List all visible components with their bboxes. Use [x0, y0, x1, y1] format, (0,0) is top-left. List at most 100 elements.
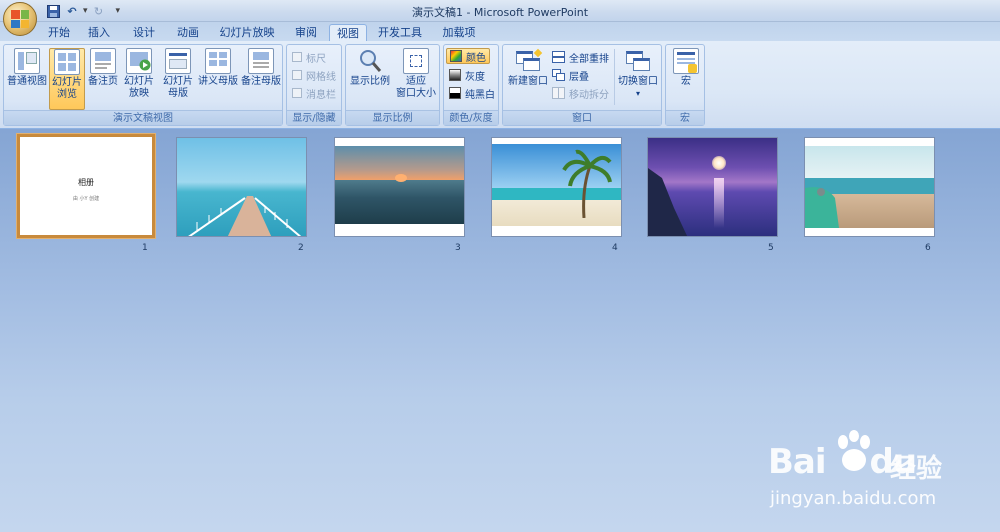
macros-label: 宏: [681, 76, 691, 87]
save-icon[interactable]: [45, 3, 61, 19]
tab-design[interactable]: 设计: [124, 24, 164, 42]
gridlines-label: 网格线: [306, 71, 336, 83]
color-label: 颜色: [466, 52, 486, 64]
group-label-color: 颜色/灰度: [444, 110, 498, 125]
group-label-show-hide: 显示/隐藏: [287, 110, 341, 125]
black-white-button[interactable]: 纯黑白: [449, 85, 495, 101]
notes-master-icon: [248, 48, 274, 74]
grayscale-button[interactable]: 灰度: [449, 67, 485, 83]
cascade-button[interactable]: 层叠: [552, 67, 589, 83]
slide-number: 2: [298, 243, 304, 253]
slide-sorter-button[interactable]: 幻灯片 浏览: [49, 48, 85, 110]
ribbon-tabs: 开始 插入 设计 动画 幻灯片放映 审阅 视图 开发工具 加载项: [0, 22, 1000, 42]
handout-master-label: 讲义母版: [198, 76, 238, 87]
notes-page-label: 备注页: [88, 76, 118, 87]
switch-windows-button[interactable]: 切换窗口 ▾: [616, 48, 660, 100]
undo-icon[interactable]: ↶: [64, 3, 80, 19]
zoom-label: 显示比例: [350, 76, 390, 87]
chevron-down-icon: ▾: [635, 89, 640, 98]
normal-view-label: 普通视图: [7, 76, 47, 87]
slide-master-button[interactable]: 幻灯片 母版: [160, 48, 196, 100]
slide-thumbnail-3[interactable]: [334, 137, 465, 237]
group-window: 新建窗口 全部重排 层叠 移动拆分 切换窗口 ▾ 窗口: [502, 44, 662, 126]
normal-view-button[interactable]: 普通视图: [7, 48, 47, 88]
magnifier-icon: [360, 50, 382, 72]
sunset-sea-photo: [335, 138, 464, 236]
tab-home[interactable]: 开始: [40, 24, 78, 42]
tab-developer[interactable]: 开发工具: [374, 24, 426, 42]
gridlines-checkbox[interactable]: 网格线: [292, 67, 336, 83]
divider: [614, 49, 615, 105]
move-split-button[interactable]: 移动拆分: [552, 85, 609, 101]
slide-show-label-2: 放映: [129, 88, 149, 99]
slide-thumbnail-2[interactable]: [176, 137, 307, 237]
redo-icon[interactable]: ↻: [91, 3, 107, 19]
slide-number: 1: [142, 243, 148, 253]
fit-to-window-icon: [403, 48, 429, 74]
notes-master-button[interactable]: 备注母版: [240, 48, 282, 88]
handout-master-icon: [205, 48, 231, 74]
black-white-swatch-icon: [449, 87, 461, 99]
group-zoom: 显示比例 适应 窗口大小 显示比例: [345, 44, 440, 126]
notes-master-label: 备注母版: [241, 76, 281, 87]
checkbox-icon: [292, 70, 302, 80]
group-show-hide: 标尺 网格线 消息栏 显示/隐藏: [286, 44, 342, 126]
slide-number: 3: [455, 243, 461, 253]
quick-access-toolbar: ↶ ▾ ↻ ▾: [36, 2, 120, 20]
move-split-label: 移动拆分: [569, 89, 609, 101]
move-split-icon: [552, 87, 565, 99]
color-button[interactable]: 颜色: [446, 48, 490, 64]
checkbox-icon: [292, 52, 302, 62]
fit-label-1: 适应: [406, 76, 426, 87]
fit-to-window-button[interactable]: 适应 窗口大小: [393, 48, 439, 100]
beach-palm-photo: [492, 138, 621, 236]
slide-number: 4: [612, 243, 618, 253]
purple-sunset-photo: [648, 138, 777, 236]
handout-master-button[interactable]: 讲义母版: [196, 48, 240, 88]
group-color-grayscale: 颜色 灰度 纯黑白 颜色/灰度: [443, 44, 499, 126]
switch-windows-icon: [625, 48, 651, 74]
slide-thumbnail-4[interactable]: [491, 137, 622, 237]
slide-show-button[interactable]: 幻灯片 放映: [121, 48, 157, 100]
window-title: 演示文稿1 - Microsoft PowerPoint: [411, 6, 589, 19]
slide-thumbnail-5[interactable]: [647, 137, 778, 237]
office-button[interactable]: [3, 2, 37, 36]
tab-animations[interactable]: 动画: [168, 24, 208, 42]
group-label-window: 窗口: [503, 110, 661, 125]
tab-insert[interactable]: 插入: [80, 24, 118, 42]
tab-view[interactable]: 视图: [329, 24, 367, 42]
slide-show-icon: [126, 48, 152, 74]
zoom-button[interactable]: 显示比例: [349, 48, 391, 88]
customize-qat-icon[interactable]: ▾: [116, 6, 121, 16]
slide-number: 6: [925, 243, 931, 253]
tab-add-ins[interactable]: 加载项: [436, 24, 482, 42]
notes-page-button[interactable]: 备注页: [86, 48, 120, 88]
ribbon: 普通视图 幻灯片 浏览 备注页 幻灯片 放映 幻灯片 母版 讲义母版 备注母版: [0, 41, 1000, 129]
message-bar-checkbox[interactable]: 消息栏: [292, 85, 336, 101]
tab-review[interactable]: 审阅: [286, 24, 326, 42]
tab-slide-show[interactable]: 幻灯片放映: [214, 24, 280, 42]
baidu-jingyan-watermark: Bai du 经验 jingyan.baidu.com: [768, 430, 988, 520]
title-bar: 演示文稿1 - Microsoft PowerPoint ↶ ▾ ↻ ▾: [0, 0, 1000, 22]
new-window-icon: [515, 48, 543, 74]
slide-master-icon: [165, 48, 191, 74]
color-swatch-icon: [450, 50, 462, 62]
macros-button[interactable]: 宏: [669, 48, 703, 88]
undo-dropdown-icon[interactable]: ▾: [83, 6, 88, 16]
slide-master-label-2: 母版: [168, 88, 188, 99]
slide-title: 相册: [78, 178, 94, 187]
switch-windows-label: 切换窗口: [618, 76, 658, 87]
fit-label-2: 窗口大小: [396, 88, 436, 99]
notes-page-icon: [90, 48, 116, 74]
new-window-label: 新建窗口: [508, 76, 548, 87]
new-window-button[interactable]: 新建窗口: [506, 48, 550, 88]
ruler-checkbox[interactable]: 标尺: [292, 49, 326, 65]
pier-photo: [177, 138, 306, 236]
arrange-all-button[interactable]: 全部重排: [552, 49, 609, 65]
slide-thumbnail-1[interactable]: 相册 由 小Y 创建: [17, 134, 155, 238]
arrange-all-label: 全部重排: [569, 53, 609, 65]
slide-thumbnail-6[interactable]: [804, 137, 935, 237]
grayscale-label: 灰度: [465, 71, 485, 83]
arrange-all-icon: [552, 51, 565, 63]
watermark-url: jingyan.baidu.com: [770, 488, 937, 509]
